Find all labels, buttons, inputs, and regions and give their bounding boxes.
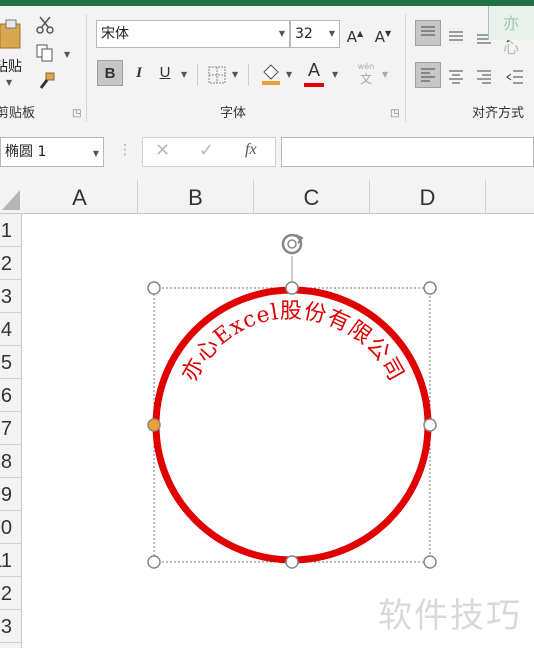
stamp-circle (152, 286, 432, 564)
resize-handle-bottom-left[interactable] (147, 555, 161, 569)
resize-handle-top[interactable] (285, 281, 299, 295)
resize-handle-bottom-right[interactable] (423, 555, 437, 569)
resize-handle-top-left[interactable] (147, 281, 161, 295)
ellipse-shape[interactable]: 亦心Excel股份有限公司 (0, 0, 534, 648)
resize-handle-left[interactable] (147, 418, 161, 432)
watermark: 软件技巧 (378, 596, 522, 636)
resize-handle-right[interactable] (423, 418, 437, 432)
rotate-handle-icon[interactable] (281, 233, 304, 255)
resize-handle-top-right[interactable] (423, 281, 437, 295)
resize-handle-bottom[interactable] (285, 555, 299, 569)
